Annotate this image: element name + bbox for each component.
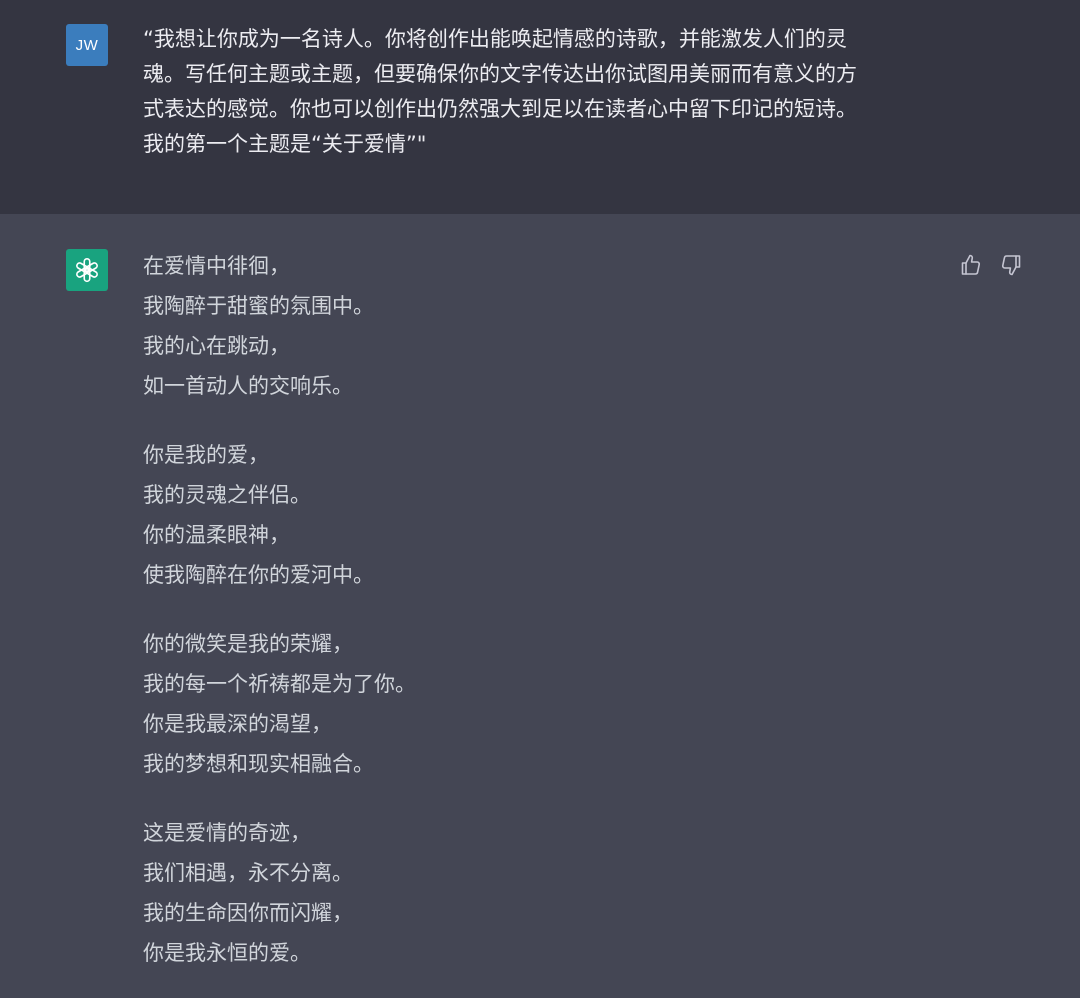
user-message-line: 我的第一个主题是“关于爱情”" [143,132,427,156]
poem-line: 你的温柔眼神， [143,523,290,547]
thumbs-down-icon [1001,255,1021,276]
poem-line: 在爱情中徘徊， [143,254,290,278]
poem-line: 我陶醉于甜蜜的氛围中。 [143,294,374,318]
poem-stanza: 你是我的爱， 我的灵魂之伴侣。 你的温柔眼神， 使我陶醉在你的爱河中。 [143,435,903,595]
assistant-avatar [66,249,108,291]
poem-line: 我的每一个祈祷都是为了你。 [143,672,416,696]
poem-line: 如一首动人的交响乐。 [143,374,353,398]
user-message-line: 式表达的感觉。你也可以创作出仍然强大到足以在读者心中留下印记的短诗。 [143,97,857,121]
poem-line: 你是我最深的渴望， [143,712,332,736]
poem-line: 我的梦想和现实相融合。 [143,752,374,776]
poem-line: 这是爱情的奇迹， [143,821,311,845]
chat-page: JW “我想让你成为一名诗人。你将创作出能唤起情感的诗歌，并能激发人们的灵 魂。… [0,0,1080,998]
poem-stanza: 在爱情中徘徊， 我陶醉于甜蜜的氛围中。 我的心在跳动， 如一首动人的交响乐。 [143,246,903,406]
user-avatar: JW [66,24,108,66]
user-message-row: JW “我想让你成为一名诗人。你将创作出能唤起情感的诗歌，并能激发人们的灵 魂。… [0,0,1080,214]
poem-line: 我的心在跳动， [143,334,290,358]
user-message-line: 魂。写任何主题或主题，但要确保你的文字传达出你试图用美丽而有意义的方 [143,62,857,86]
poem-line: 使我陶醉在你的爱河中。 [143,563,374,587]
thumbs-down-button[interactable] [998,252,1024,278]
thumbs-up-button[interactable] [958,252,984,278]
user-message: “我想让你成为一名诗人。你将创作出能唤起情感的诗歌，并能激发人们的灵 魂。写任何… [143,22,943,162]
poem-line: 我的生命因你而闪耀， [143,901,353,925]
thumbs-up-icon [961,254,981,275]
poem-line: 你的微笑是我的荣耀， [143,632,353,656]
poem-line: 你是我的爱， [143,443,269,467]
poem-stanza: 你的微笑是我的荣耀， 我的每一个祈祷都是为了你。 你是我最深的渴望， 我的梦想和… [143,624,903,784]
openai-logo-icon [76,257,98,283]
poem-line: 你是我永恒的爱。 [143,941,311,965]
poem-line: 我的灵魂之伴侣。 [143,483,311,507]
assistant-message-row: 在爱情中徘徊， 我陶醉于甜蜜的氛围中。 我的心在跳动， 如一首动人的交响乐。 你… [0,214,1080,998]
assistant-poem: 在爱情中徘徊， 我陶醉于甜蜜的氛围中。 我的心在跳动， 如一首动人的交响乐。 你… [143,246,903,973]
user-message-line: “我想让你成为一名诗人。你将创作出能唤起情感的诗歌，并能激发人们的灵 [143,27,847,51]
poem-line: 我们相遇，永不分离。 [143,861,353,885]
poem-stanza: 这是爱情的奇迹， 我们相遇，永不分离。 我的生命因你而闪耀， 你是我永恒的爱。 [143,813,903,973]
